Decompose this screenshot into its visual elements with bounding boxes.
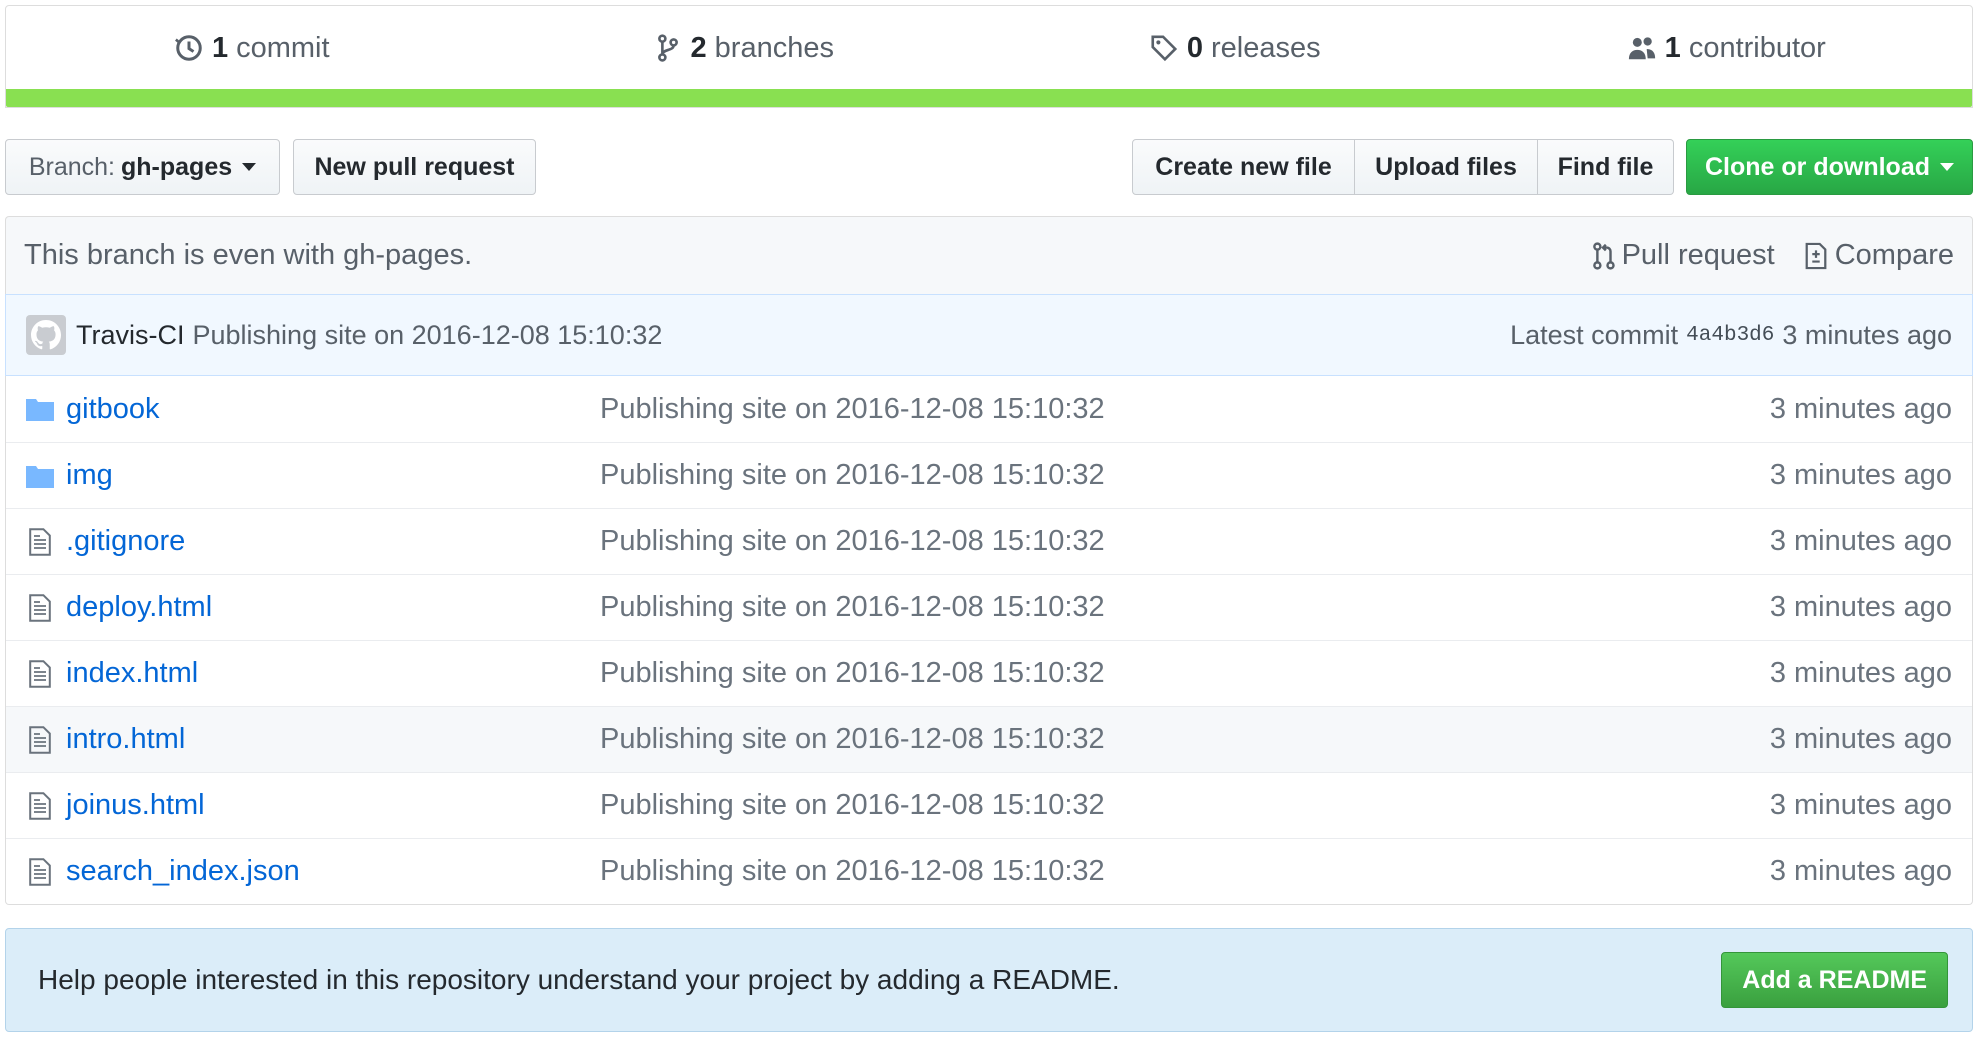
file-commit-message[interactable]: Publishing site on 2016-12-08 15:10:32 bbox=[600, 591, 1770, 624]
upload-files-button[interactable]: Upload files bbox=[1355, 139, 1538, 195]
file-icon bbox=[26, 659, 54, 688]
github-octocat-icon bbox=[31, 320, 61, 350]
branches-label: branches bbox=[714, 31, 834, 64]
table-row: deploy.html Publishing site on 2016-12-0… bbox=[6, 574, 1972, 640]
file-commit-message[interactable]: Publishing site on 2016-12-08 15:10:32 bbox=[600, 525, 1770, 558]
tag-icon bbox=[1151, 35, 1177, 62]
people-icon bbox=[1628, 37, 1655, 60]
contributors-link[interactable]: 1 contributor bbox=[1481, 6, 1973, 90]
file-list: gitbook Publishing site on 2016-12-08 15… bbox=[5, 376, 1973, 905]
pull-request-label: Pull request bbox=[1621, 239, 1775, 271]
table-row: .gitignore Publishing site on 2016-12-08… bbox=[6, 508, 1972, 574]
branch-status-text: This branch is even with gh-pages. bbox=[24, 239, 473, 271]
commits-count: 1 bbox=[211, 31, 229, 64]
new-pull-request-button[interactable]: New pull request bbox=[293, 139, 536, 195]
file-icon bbox=[26, 857, 54, 886]
file-commit-message[interactable]: Publishing site on 2016-12-08 15:10:32 bbox=[600, 855, 1770, 888]
contributors-count: 1 bbox=[1664, 31, 1681, 64]
find-file-button[interactable]: Find file bbox=[1538, 139, 1674, 195]
branch-select-button[interactable]: Branch: gh-pages bbox=[5, 139, 280, 195]
commit-author[interactable]: Travis-CI bbox=[76, 320, 185, 351]
history-icon bbox=[174, 35, 202, 61]
branches-count: 2 bbox=[690, 31, 707, 64]
folder-icon bbox=[26, 395, 54, 423]
commit-age: 3 minutes ago bbox=[1782, 319, 1952, 350]
commit-sha[interactable]: 4a4b3d6 bbox=[1686, 324, 1774, 347]
file-commit-message[interactable]: Publishing site on 2016-12-08 15:10:32 bbox=[600, 393, 1770, 426]
file-name-link[interactable]: index.html bbox=[66, 657, 600, 690]
file-commit-message[interactable]: Publishing site on 2016-12-08 15:10:32 bbox=[600, 459, 1770, 492]
contributors-label: contributor bbox=[1688, 31, 1826, 64]
readme-prompt-text: Help people interested in this repositor… bbox=[38, 964, 1120, 995]
readme-prompt: Help people interested in this repositor… bbox=[5, 928, 1973, 1032]
file-commit-message[interactable]: Publishing site on 2016-12-08 15:10:32 bbox=[600, 657, 1770, 690]
clone-or-download-button[interactable]: Clone or download bbox=[1686, 139, 1973, 195]
table-row: search_index.json Publishing site on 201… bbox=[6, 838, 1972, 904]
file-commit-message[interactable]: Publishing site on 2016-12-08 15:10:32 bbox=[600, 723, 1770, 756]
releases-link[interactable]: 0 releases bbox=[989, 6, 1481, 90]
file-age: 3 minutes ago bbox=[1769, 789, 1952, 821]
folder-icon bbox=[26, 462, 54, 490]
file-icon bbox=[26, 725, 54, 754]
compare-label: Compare bbox=[1834, 239, 1954, 271]
file-name-link[interactable]: gitbook bbox=[66, 393, 600, 426]
file-age: 3 minutes ago bbox=[1769, 459, 1952, 491]
file-age: 3 minutes ago bbox=[1769, 525, 1952, 557]
file-icon bbox=[26, 593, 54, 622]
table-row: img Publishing site on 2016-12-08 15:10:… bbox=[6, 442, 1972, 508]
file-commit-message[interactable]: Publishing site on 2016-12-08 15:10:32 bbox=[600, 789, 1770, 822]
branch-name: gh-pages bbox=[121, 152, 233, 181]
file-age: 3 minutes ago bbox=[1769, 591, 1952, 623]
commit-message[interactable]: Publishing site on 2016-12-08 15:10:32 bbox=[193, 320, 1511, 351]
file-name-link[interactable]: joinus.html bbox=[66, 789, 600, 822]
file-name-link[interactable]: .gitignore bbox=[66, 525, 600, 558]
commits-label: commit bbox=[236, 31, 330, 64]
create-new-file-button[interactable]: Create new file bbox=[1132, 139, 1355, 195]
numbers-summary: 1 commit 2 branches 0 releases 1 contrib… bbox=[5, 5, 1973, 108]
file-name-link[interactable]: deploy.html bbox=[66, 591, 600, 624]
table-row: index.html Publishing site on 2016-12-08… bbox=[6, 640, 1972, 706]
compare-link[interactable]: Compare bbox=[1803, 239, 1954, 272]
git-pull-request-icon bbox=[1592, 241, 1615, 270]
file-age: 3 minutes ago bbox=[1769, 723, 1952, 755]
chevron-down-icon bbox=[1940, 163, 1954, 171]
table-row: joinus.html Publishing site on 2016-12-0… bbox=[6, 772, 1972, 838]
branches-link[interactable]: 2 branches bbox=[498, 6, 990, 90]
table-row: gitbook Publishing site on 2016-12-08 15… bbox=[6, 376, 1972, 442]
language-bar[interactable] bbox=[6, 89, 1972, 107]
table-row: intro.html Publishing site on 2016-12-08… bbox=[6, 706, 1972, 772]
file-name-link[interactable]: intro.html bbox=[66, 723, 600, 756]
pull-request-link[interactable]: Pull request bbox=[1590, 239, 1775, 272]
file-name-link[interactable]: img bbox=[66, 459, 600, 492]
chevron-down-icon bbox=[242, 163, 257, 171]
clone-or-download-label: Clone or download bbox=[1705, 152, 1930, 181]
commits-link[interactable]: 1 commit bbox=[6, 6, 498, 90]
branch-prefix: Branch: bbox=[28, 152, 116, 181]
file-age: 3 minutes ago bbox=[1769, 392, 1952, 425]
branch-icon bbox=[657, 34, 678, 62]
releases-count: 0 bbox=[1186, 31, 1203, 64]
file-icon bbox=[26, 791, 54, 820]
file-age: 3 minutes ago bbox=[1769, 855, 1952, 887]
file-name-link[interactable]: search_index.json bbox=[66, 855, 600, 888]
add-readme-button[interactable]: Add a README bbox=[1721, 952, 1948, 1008]
releases-label: releases bbox=[1211, 31, 1321, 64]
diff-icon bbox=[1805, 242, 1827, 269]
avatar[interactable] bbox=[26, 315, 66, 355]
latest-commit-label: Latest commit bbox=[1510, 319, 1679, 350]
latest-commit-bar: Travis-CI Publishing site on 2016-12-08 … bbox=[5, 294, 1973, 376]
file-icon bbox=[26, 527, 54, 556]
branch-info-bar: This branch is even with gh-pages. Pull … bbox=[5, 216, 1973, 294]
file-age: 3 minutes ago bbox=[1769, 657, 1952, 689]
